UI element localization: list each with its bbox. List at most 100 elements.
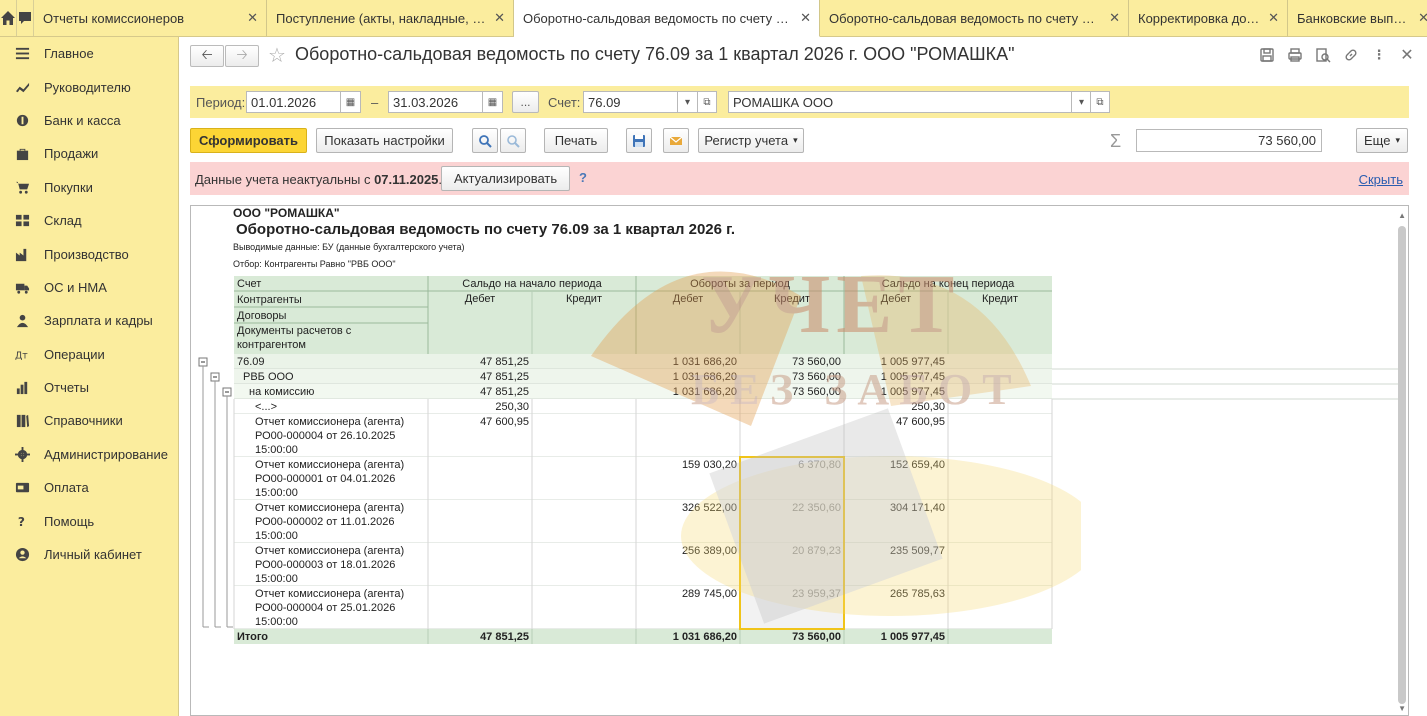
sidebar-item-12[interactable]: Справочники [0,404,178,437]
tab-3[interactable]: Оборотно-сальдовая ведомость по счету 76… [514,0,820,37]
tab-6[interactable]: Банковские выписки ✕ [1288,0,1427,36]
sidebar-item-14[interactable]: Оплата [0,471,178,504]
actualize-button[interactable]: Актуализировать [441,166,571,191]
org-dropdown-icon[interactable]: ▾ [1072,91,1092,113]
sidebar-item-label: Продажи [44,146,99,162]
close-tab-icon[interactable]: ✕ [1418,10,1427,26]
messages-icon[interactable] [17,0,34,36]
calendar-to-icon[interactable]: ▦ [483,91,503,113]
scroll-up-icon[interactable]: ▲ [1398,211,1406,220]
period-from-field[interactable]: 01.01.2026 [246,91,341,113]
total-value: 1 005 977,45 [881,631,945,643]
sidebar-item-15[interactable]: ? Помощь [0,504,178,537]
forward-button[interactable]: 🡢 [225,45,259,67]
period-label: Период: [196,95,246,110]
sidebar-item-1[interactable]: Главное [0,37,178,70]
print-button[interactable]: Печать [544,128,608,153]
save-icon[interactable] [1258,46,1276,64]
org-open-icon[interactable]: ⧉ [1090,91,1110,113]
more-button[interactable]: Еще ▾ [1356,128,1408,153]
header-credit: Кредит [566,293,602,305]
save-report-button[interactable] [626,128,652,153]
back-button[interactable]: 🡠 [190,45,224,67]
sidebar-item-11[interactable]: Отчеты [0,371,178,404]
generate-button[interactable]: Сформировать [190,128,307,153]
search-clear-button[interactable] [500,128,526,153]
question-icon: ? [14,513,30,529]
sidebar-item-7[interactable]: Производство [0,237,178,270]
tab-1[interactable]: Отчеты комиссионеров ✕ [34,0,267,36]
cell-value: 73 560,00 [792,356,841,368]
tab-label: Поступление (акты, накладные, УПД) [276,10,487,26]
sidebar-item-10[interactable]: Дт Операции [0,338,178,371]
search-button[interactable] [472,128,498,153]
warning-date: 07.11.2025 [374,172,439,187]
report-document[interactable]: ООО "РОМАШКА" Оборотно-сальдовая ведомос… [190,205,1409,716]
trend-chart-icon [14,79,30,95]
sidebar-item-8[interactable]: ОС и НМА [0,271,178,304]
sidebar-item-5[interactable]: Покупки [0,171,178,204]
floppy-icon [633,134,645,147]
close-form-icon[interactable]: ✕ [1398,46,1416,64]
cell-value: 159 030,20 [682,459,737,471]
sidebar-item-16[interactable]: Личный кабинет [0,538,178,571]
close-tab-icon[interactable]: ✕ [1268,10,1279,26]
close-tab-icon[interactable]: ✕ [247,10,258,26]
coin-icon [14,112,30,128]
close-tab-icon[interactable]: ✕ [494,10,505,26]
hide-link[interactable]: Скрыть [1359,172,1403,187]
help-icon[interactable]: ? [579,170,587,185]
svg-text:?: ? [17,515,24,529]
account-open-icon[interactable]: ⧉ [697,91,717,113]
row-label: РО00-000002 от 11.01.2026 [255,516,395,528]
sidebar-item-3[interactable]: Банк и касса [0,104,178,137]
tab-label: Банковские выписки [1297,10,1411,26]
send-email-button[interactable] [663,128,689,153]
warning-message: Данные учета неактуальны с [195,172,375,187]
sidebar-item-9[interactable]: Зарплата и кадры [0,304,178,337]
books-icon [14,413,30,429]
factory-icon [14,246,30,262]
link-icon[interactable] [1342,46,1360,64]
sidebar-item-2[interactable]: Руководителю [0,70,178,103]
period-dash: – [371,95,379,110]
sidebar: Главное Руководителю Банк и касса Продажи По… [0,37,179,716]
period-select-button[interactable]: ... [512,91,539,113]
tab-5[interactable]: Корректировка долга ✕ [1129,0,1288,36]
period-to-field[interactable]: 31.03.2026 [388,91,483,113]
sum-field[interactable]: 73 560,00 [1136,129,1322,152]
sidebar-item-label: Операции [44,346,105,362]
sidebar-item-4[interactable]: Продажи [0,137,178,170]
register-button[interactable]: Регистр учета ▾ [698,128,804,153]
favorite-star-icon[interactable]: ☆ [268,43,286,68]
home-icon[interactable] [0,0,17,36]
row-label: Отчет комиссионера (агента) [255,416,404,428]
more-vertical-icon[interactable]: ⋮ [1370,46,1388,64]
account-field[interactable]: 76.09 [583,91,678,113]
sidebar-item-label: Покупки [44,179,93,195]
bar-chart-icon [14,380,30,396]
report-scrollbar[interactable] [1398,226,1406,704]
tab-4[interactable]: Оборотно-сальдовая ведомость по счету 60… [820,0,1129,36]
sidebar-item-6[interactable]: Склад [0,204,178,237]
sidebar-item-13[interactable]: Администрирование [0,438,178,471]
show-settings-button[interactable]: Показать настройки [316,128,453,153]
tab-2[interactable]: Поступление (акты, накладные, УПД) ✕ [267,0,514,36]
scroll-down-icon[interactable]: ▼ [1398,704,1406,713]
print-icon[interactable] [1286,46,1304,64]
tab-label: Корректировка долга [1138,10,1261,26]
cell-value: 250,30 [911,401,945,413]
calendar-from-icon[interactable]: ▦ [341,91,361,113]
preview-icon[interactable] [1314,46,1332,64]
close-tab-icon[interactable]: ✕ [800,10,811,26]
cell-value: 152 659,40 [890,459,945,471]
account-dropdown-icon[interactable]: ▾ [678,91,698,113]
cell-value: 47 851,25 [480,386,529,398]
row-label: <...> [255,401,277,413]
row-label: 15:00:00 [255,530,298,542]
close-tab-icon[interactable]: ✕ [1109,10,1120,26]
dropdown-arrow-icon: ▾ [793,135,798,145]
warehouse-grid-icon [14,213,30,229]
organization-field[interactable]: РОМАШКА ООО [728,91,1072,113]
page-title: Оборотно-сальдовая ведомость по счету 76… [295,44,1015,64]
